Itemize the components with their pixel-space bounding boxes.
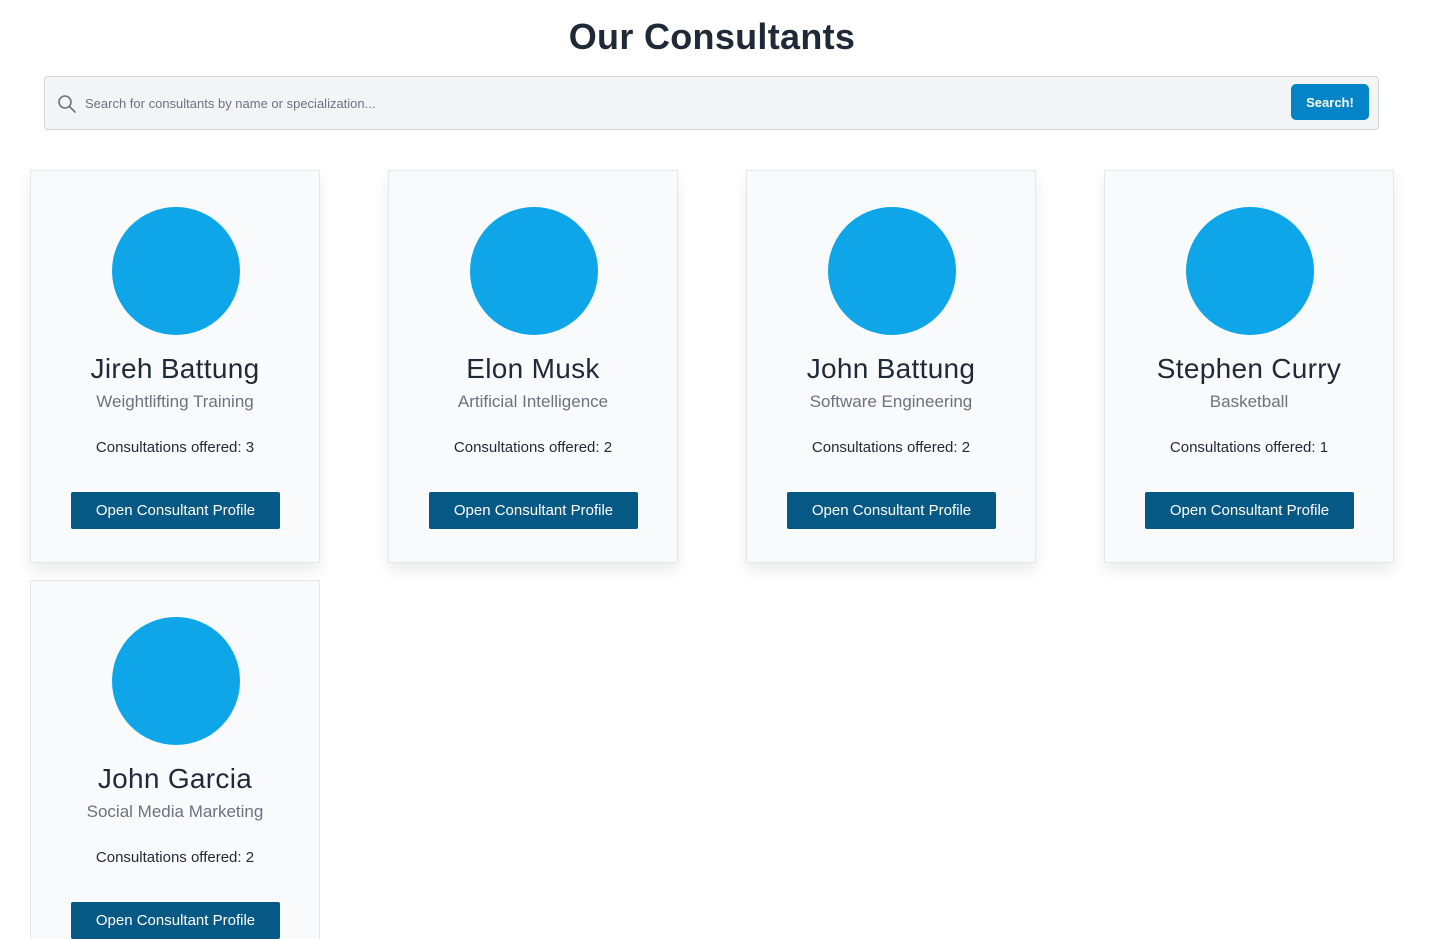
avatar (112, 207, 240, 335)
avatar (1186, 207, 1314, 335)
consultant-card: Stephen Curry Basketball Consultations o… (1104, 170, 1394, 563)
consultant-name: Stephen Curry (1156, 353, 1342, 384)
search-input[interactable] (85, 89, 1285, 117)
consultant-specialization: Weightlifting Training (96, 392, 254, 411)
search-bar: Search! (44, 76, 1379, 130)
consultant-specialization: Software Engineering (809, 392, 973, 411)
open-profile-button[interactable]: Open Consultant Profile (71, 902, 280, 939)
open-profile-button[interactable]: Open Consultant Profile (1145, 492, 1354, 529)
consultations-count: Consultations offered: 1 (1169, 439, 1329, 456)
consultations-count: Consultations offered: 2 (95, 849, 255, 866)
consultant-name: John Battung (806, 353, 976, 384)
consultations-count: Consultations offered: 3 (95, 439, 255, 456)
consultations-count: Consultations offered: 2 (453, 439, 613, 456)
avatar (828, 207, 956, 335)
consultant-specialization: Social Media Marketing (86, 802, 264, 821)
consultant-name: John Garcia (97, 763, 253, 794)
consultant-card: Jireh Battung Weightlifting Training Con… (30, 170, 320, 563)
consultant-specialization: Artificial Intelligence (457, 392, 609, 411)
consultant-name: Jireh Battung (90, 353, 260, 384)
avatar (470, 207, 598, 335)
consultant-specialization: Basketball (1209, 392, 1289, 411)
consultant-name: Elon Musk (466, 353, 600, 384)
search-button[interactable]: Search! (1291, 84, 1369, 120)
page-title: Our Consultants (568, 16, 856, 57)
avatar (112, 617, 240, 745)
consultant-card: John Garcia Social Media Marketing Consu… (30, 580, 320, 939)
open-profile-button[interactable]: Open Consultant Profile (429, 492, 638, 529)
open-profile-button[interactable]: Open Consultant Profile (787, 492, 996, 529)
open-profile-button[interactable]: Open Consultant Profile (71, 492, 280, 529)
consultant-card: John Battung Software Engineering Consul… (746, 170, 1036, 563)
consultant-card: Elon Musk Artificial Intelligence Consul… (388, 170, 678, 563)
consultations-count: Consultations offered: 2 (811, 439, 971, 456)
search-icon (57, 94, 77, 114)
